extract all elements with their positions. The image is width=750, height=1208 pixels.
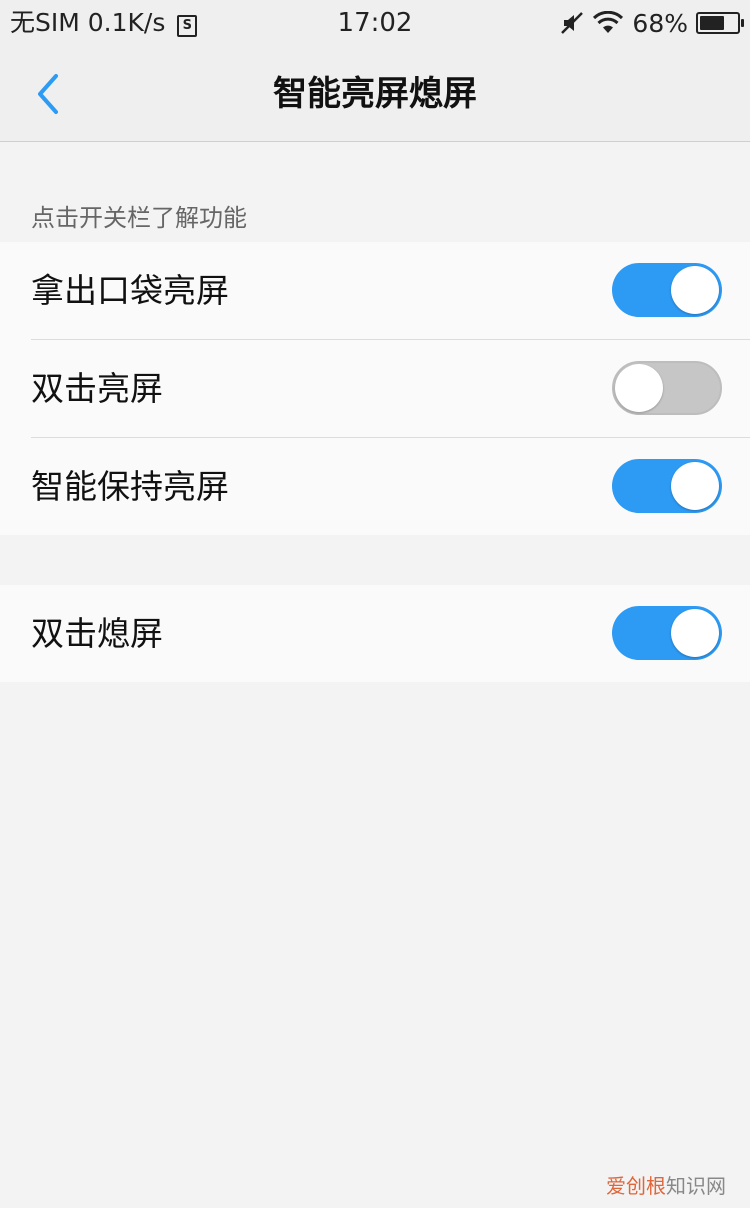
battery-fill: [700, 16, 725, 30]
toggle-knob: [671, 609, 719, 657]
toggle-knob: [671, 266, 719, 314]
wifi-icon: [593, 11, 624, 33]
nav-bar: 智能亮屏熄屏: [0, 46, 750, 142]
settings-group-wake: 拿出口袋亮屏 双击亮屏 智能保持亮屏: [0, 242, 750, 535]
toggle-double-tap-sleep[interactable]: [612, 606, 722, 660]
setting-label: 双击亮屏: [31, 369, 163, 408]
setting-row-double-tap-wake[interactable]: 双击亮屏: [31, 339, 750, 437]
status-right: 68%: [560, 6, 744, 40]
setting-row-pocket-wake[interactable]: 拿出口袋亮屏: [0, 242, 750, 339]
watermark-suffix: 知识网: [666, 1174, 726, 1198]
toggle-knob: [615, 364, 663, 412]
watermark: 爱创根知识网: [606, 1172, 726, 1200]
setting-row-double-tap-sleep[interactable]: 双击熄屏: [0, 585, 750, 682]
mute-icon: [561, 12, 584, 34]
toggle-smart-stay[interactable]: [612, 459, 722, 513]
setting-label: 智能保持亮屏: [31, 467, 229, 506]
settings-group-sleep: 双击熄屏: [0, 585, 750, 682]
toggle-knob: [671, 462, 719, 510]
toggle-double-tap-wake[interactable]: [612, 361, 722, 415]
watermark-brand: 爱创根: [606, 1174, 666, 1198]
page-title: 智能亮屏熄屏: [273, 74, 477, 114]
setting-row-smart-stay[interactable]: 智能保持亮屏: [31, 437, 750, 535]
setting-label: 拿出口袋亮屏: [31, 271, 229, 310]
setting-label: 双击熄屏: [31, 614, 163, 653]
toggle-pocket-wake[interactable]: [612, 263, 722, 317]
battery-percent: 68%: [632, 8, 688, 38]
section-hint: 点击开关栏了解功能: [31, 204, 247, 232]
battery-icon: [696, 12, 744, 34]
status-bar: 无SIM 0.1K/s S 17:02 68%: [0, 0, 750, 46]
battery-nub: [741, 19, 744, 27]
